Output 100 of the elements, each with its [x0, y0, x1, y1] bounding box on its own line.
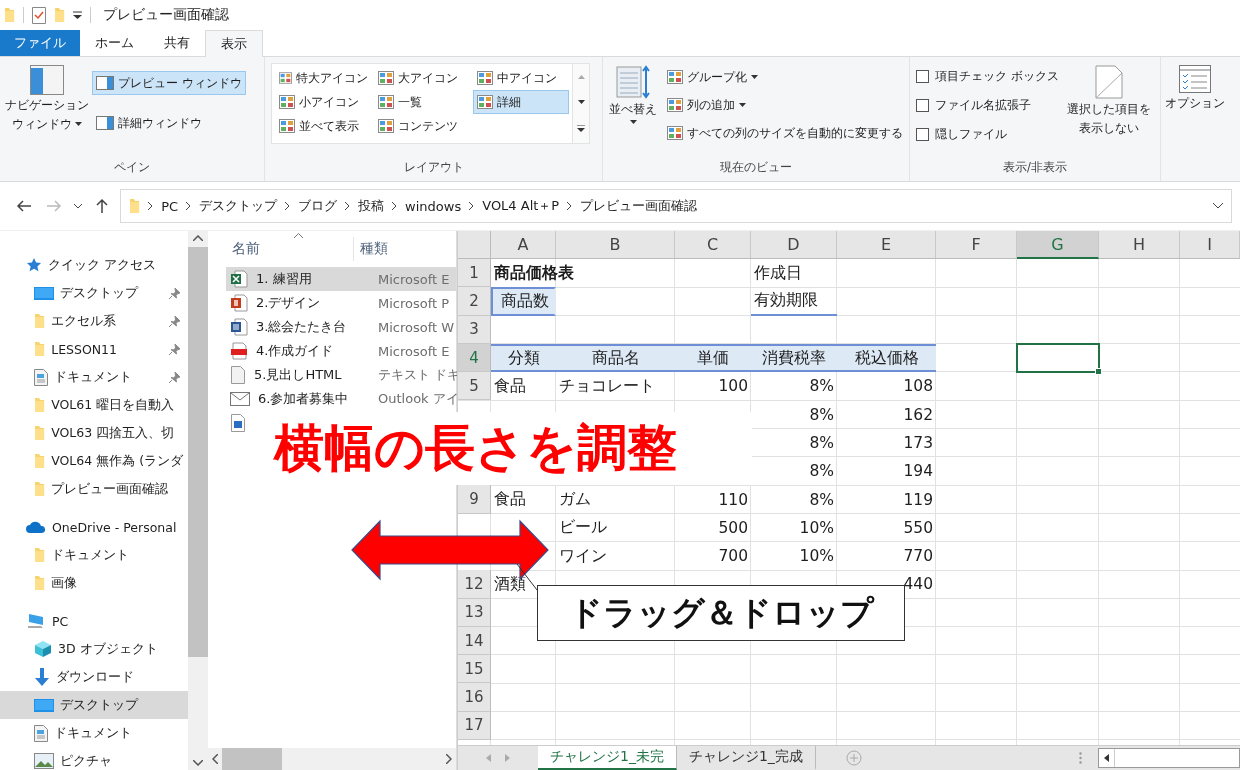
splitter-icon[interactable] [1079, 752, 1082, 764]
checkbox[interactable]: ファイル名拡張子 [916, 94, 1059, 116]
row-header[interactable]: 16 [458, 683, 491, 712]
row-header[interactable]: 14 [458, 626, 491, 656]
next-sheet-icon[interactable] [505, 754, 510, 762]
row-header[interactable]: 1 [458, 259, 491, 288]
layout-option[interactable]: コンテンツ [374, 114, 471, 138]
column-header[interactable]: 名前 [208, 237, 354, 261]
file-row[interactable]: 3.総会たたき台 Microsoft W [226, 315, 456, 339]
row-header[interactable]: 2 [458, 287, 491, 316]
nav-item[interactable]: デスクトップ [0, 279, 188, 307]
row-header[interactable]: 3 [458, 315, 491, 344]
row-header[interactable]: 13 [458, 598, 491, 627]
column-header[interactable]: H [1099, 231, 1180, 259]
row-header[interactable]: 12 [458, 570, 491, 599]
row-header[interactable]: 15 [458, 655, 491, 684]
breadcrumb[interactable]: PC [161, 198, 179, 214]
nav-item[interactable]: VOL64 無作為 (ランダ [0, 447, 188, 475]
layout-option[interactable]: 大アイコン [374, 66, 471, 90]
nav-item[interactable]: ドキュメント [0, 363, 188, 391]
column-header[interactable]: D [751, 231, 837, 259]
horizontal-scrollbar[interactable] [1098, 748, 1240, 768]
nav-label: VOL64 無作為 (ランダ [51, 452, 184, 470]
pane-toggle-button[interactable]: 詳細ウィンドウ [92, 111, 246, 135]
nav-item[interactable]: 3D オブジェクト [0, 635, 188, 663]
column-header[interactable]: F [936, 231, 1017, 259]
column-header[interactable]: C [675, 231, 751, 259]
breadcrumb[interactable]: プレビュー画面確認 [580, 197, 698, 215]
view-button[interactable]: グループ化 [663, 65, 907, 89]
view-button[interactable]: すべての列のサイズを自動的に変更する [663, 121, 907, 145]
gallery-scrollbar[interactable] [573, 63, 590, 144]
layout-option[interactable]: 小アイコン [275, 90, 372, 114]
breadcrumb[interactable]: 投稿 [358, 197, 385, 215]
dropdown-icon[interactable] [1213, 203, 1223, 209]
column-header[interactable]: E [837, 231, 936, 259]
layout-option[interactable]: 中アイコン [473, 66, 569, 90]
breadcrumb[interactable]: ブログ [298, 197, 338, 215]
ribbon-tab[interactable]: 共有 [149, 30, 205, 56]
column-header[interactable]: B [556, 231, 675, 259]
nav-item[interactable]: VOL61 曜日を自動入 [0, 391, 188, 419]
ribbon-tab[interactable]: ホーム [80, 30, 149, 56]
cube-icon [34, 640, 52, 658]
scrollbar-thumb[interactable] [188, 247, 208, 657]
checkbox[interactable]: 隠しファイル [916, 123, 1059, 145]
ribbon-tab[interactable]: 表示 [205, 30, 263, 57]
nav-item[interactable]: OneDrive - Personal [0, 513, 188, 541]
nav-item[interactable]: LESSON11 [0, 335, 188, 363]
navigation-pane-button[interactable]: ナビゲーション ウィンドウ [6, 63, 88, 156]
nav-item[interactable]: デスクトップ [0, 691, 188, 719]
row-header[interactable]: 4 [458, 343, 491, 373]
file-row[interactable]: 4.作成ガイド Microsoft E [226, 339, 456, 363]
hide-selected-button[interactable]: 選択した項目を 表示しない [1064, 63, 1154, 156]
nav-item[interactable]: VOL63 四捨五入、切 [0, 419, 188, 447]
sheet-tab[interactable]: チャレンジ1_完成 [676, 746, 816, 770]
ribbon-tab[interactable]: ファイル [0, 30, 80, 56]
properties-icon[interactable] [32, 6, 47, 24]
column-header[interactable]: A [491, 231, 556, 259]
layout-option[interactable]: 詳細 [473, 90, 569, 114]
breadcrumb[interactable]: VOL4 Alt＋P [482, 197, 560, 215]
options-button[interactable]: オプション [1167, 63, 1223, 181]
row-header[interactable]: 17 [458, 711, 491, 741]
nav-item[interactable]: クイック アクセス [0, 251, 188, 279]
layout-option[interactable]: 一覧 [374, 90, 471, 114]
column-header[interactable]: G [1017, 231, 1099, 259]
row-header[interactable]: 5 [458, 372, 491, 401]
select-all-corner[interactable] [458, 231, 491, 259]
selected-cell[interactable] [1016, 342, 1100, 374]
row-header[interactable]: 9 [458, 485, 491, 514]
pane-toggle-button[interactable]: プレビュー ウィンドウ [92, 71, 246, 95]
nav-item[interactable]: PC [0, 607, 188, 635]
nav-item[interactable]: ダウンロード [0, 663, 188, 691]
layout-option[interactable]: 並べて表示 [275, 114, 372, 138]
nav-item[interactable]: プレビュー画面確認 [0, 475, 188, 503]
add-sheet-icon[interactable] [845, 750, 862, 766]
column-header[interactable]: 種類 [354, 237, 456, 261]
nav-item[interactable]: ピクチャ [0, 747, 188, 770]
nav-label: ドキュメント [54, 724, 132, 742]
nav-item[interactable]: ドキュメント [0, 719, 188, 747]
column-header[interactable]: I [1180, 231, 1240, 259]
scrollbar[interactable] [208, 748, 456, 770]
file-row[interactable]: 6.参加者募集中 Outlook アイ [226, 387, 456, 411]
sort-button[interactable]: 並べ替え [609, 63, 657, 156]
breadcrumb[interactable]: デスクトップ [199, 197, 278, 215]
view-button[interactable]: 列の追加 [663, 93, 907, 117]
nav-item[interactable]: エクセル系 [0, 307, 188, 335]
customize-menu-icon[interactable] [73, 11, 83, 19]
chevron-right-icon [392, 202, 398, 210]
previous-sheet-icon[interactable] [486, 754, 491, 762]
file-row[interactable]: 2.デザイン Microsoft P [226, 291, 456, 315]
fill-handle[interactable] [1095, 368, 1102, 376]
nav-item[interactable]: ドキュメント [0, 541, 188, 569]
checkbox[interactable]: 項目チェック ボックス [916, 65, 1059, 87]
scrollbar[interactable] [188, 231, 208, 770]
address-field[interactable]: PC デスクトップ ブログ 投稿 windows VOL4 Alt＋P プレビュー画面確認 [120, 189, 1232, 223]
sheet-tab[interactable]: チャレンジ1_未完 [538, 746, 677, 770]
breadcrumb[interactable]: windows [405, 198, 462, 214]
nav-item[interactable]: 画像 [0, 569, 188, 597]
file-row[interactable]: 1. 練習用 Microsoft E [226, 267, 456, 291]
layout-option[interactable]: 特大アイコン [275, 66, 372, 90]
scrollbar-thumb[interactable] [222, 748, 282, 770]
